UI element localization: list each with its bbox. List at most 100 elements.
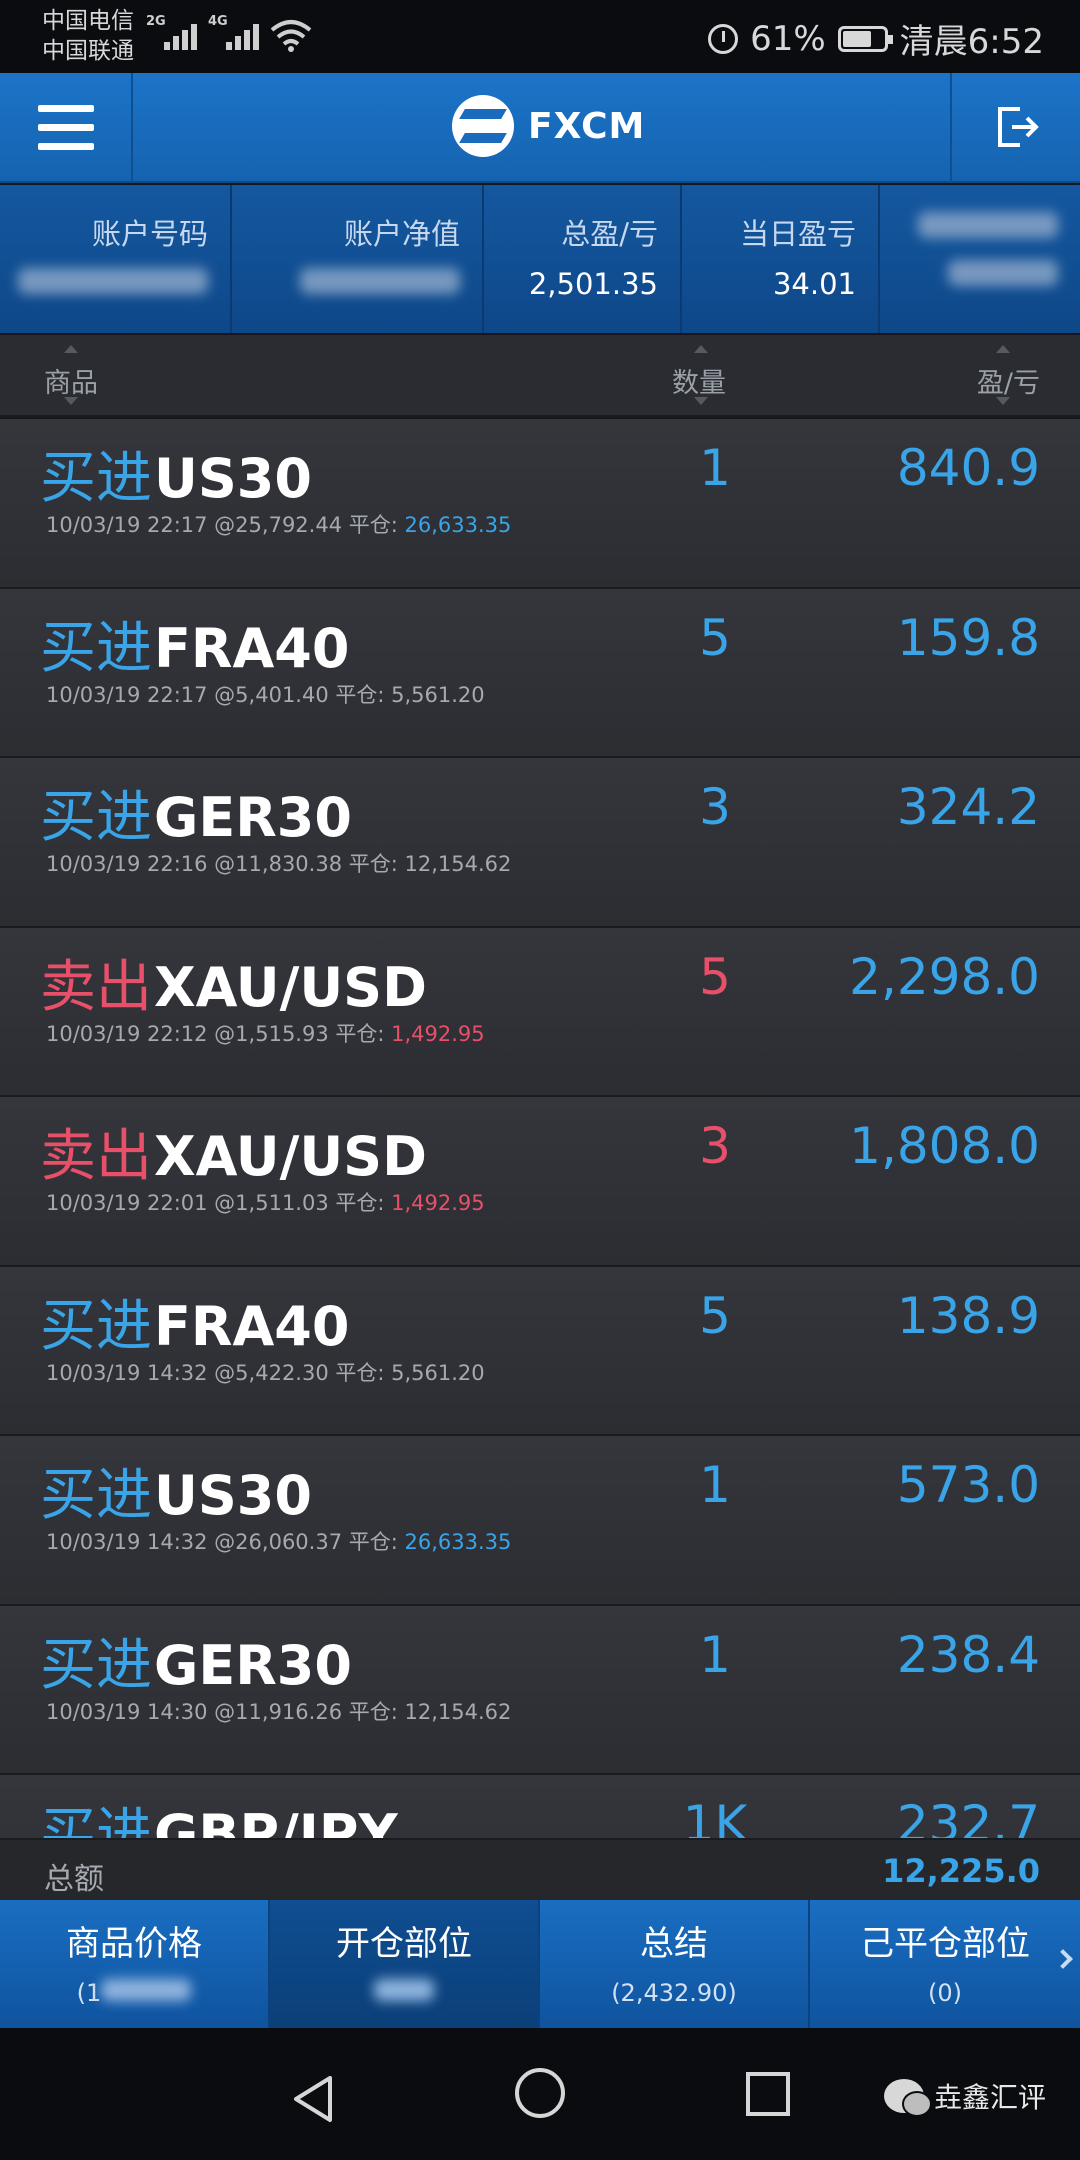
instrument-symbol: XAU/USD bbox=[154, 955, 427, 1019]
position-pnl: 138.9 bbox=[896, 1286, 1040, 1345]
status-right-group: 61% 清晨6:52 bbox=[708, 14, 1044, 63]
total-pnl-value: 2,501.35 bbox=[528, 267, 658, 301]
tab-prices[interactable]: 商品价格 (1 bbox=[0, 1900, 270, 2028]
position-title: 买进GBP/JPY bbox=[40, 1789, 398, 1839]
watermark: 垚鑫汇评 bbox=[883, 2076, 1046, 2117]
position-quantity: 1 bbox=[699, 439, 731, 497]
battery-icon bbox=[837, 25, 893, 52]
tab-label: 总结 bbox=[640, 1924, 708, 1964]
tab-count bbox=[270, 1979, 538, 2007]
position-quantity: 1K bbox=[682, 1795, 748, 1839]
position-detail: 10/03/19 14:32 @26,060.37 平仓: 26,633.35 bbox=[46, 1526, 511, 1556]
position-title: 买进FRA40 bbox=[40, 1281, 349, 1362]
position-row[interactable]: 卖出XAU/USD 10/03/19 22:12 @1,515.93 平仓: 1,… bbox=[0, 927, 1080, 1097]
position-row[interactable]: 买进FRA40 10/03/19 22:17 @5,401.40 平仓: 5,56… bbox=[0, 588, 1080, 758]
position-row[interactable]: 买进GER30 10/03/19 14:30 @11,916.26 平仓: 12,… bbox=[0, 1605, 1080, 1775]
tab-summary[interactable]: 总结 (2,432.90) bbox=[540, 1900, 810, 2028]
bottom-tabs: 商品价格 (1 开仓部位 总结 (2,432.90) 己平仓部位 (0) bbox=[0, 1900, 1080, 2028]
open-info: 10/03/19 14:30 @11,916.26 平仓: bbox=[46, 1699, 405, 1724]
position-pnl: 238.4 bbox=[896, 1625, 1040, 1684]
account-summary: 账户号码 账户净值 总盈/亏 2,501.35 当日盈亏 34.01 bbox=[0, 185, 1080, 333]
position-pnl: 1,808.0 bbox=[849, 1117, 1040, 1175]
instrument-symbol: FRA40 bbox=[154, 616, 350, 680]
close-price: 12,154.62 bbox=[404, 852, 512, 876]
daily-pnl-cell: 当日盈亏 34.01 bbox=[682, 185, 880, 333]
equity-label: 账户净值 bbox=[343, 217, 460, 251]
position-pnl: 159.8 bbox=[896, 608, 1040, 667]
wifi-icon bbox=[270, 20, 312, 52]
position-title: 买进FRA40 bbox=[40, 603, 349, 684]
position-pnl: 573.0 bbox=[896, 1456, 1040, 1514]
position-detail: 10/03/19 14:30 @11,916.26 平仓: 12,154.62 bbox=[46, 1696, 511, 1726]
close-price: 26,633.35 bbox=[404, 513, 512, 537]
open-positions-list[interactable]: 买进US30 10/03/19 22:17 @25,792.44 平仓: 26,6… bbox=[0, 419, 1080, 1839]
fxcm-logo: FXCM bbox=[452, 95, 645, 157]
open-info: 10/03/19 22:16 @11,830.38 平仓: bbox=[46, 852, 405, 876]
open-info: 10/03/19 22:17 @5,401.40 平仓: bbox=[46, 682, 392, 707]
position-quantity: 3 bbox=[699, 1117, 731, 1175]
tab-label: 商品价格 bbox=[66, 1924, 202, 1964]
close-price: 5,561.20 bbox=[391, 1360, 485, 1385]
tab-open-positions[interactable]: 开仓部位 bbox=[270, 1900, 540, 2028]
equity-value bbox=[232, 267, 460, 301]
status-bar: 中国电信 中国联通 2G 4G 61% 清晨6:52 bbox=[0, 0, 1080, 73]
position-title: 买进GER30 bbox=[40, 772, 352, 853]
wechat-icon bbox=[883, 2079, 932, 2117]
open-info: 10/03/19 22:12 @1,515.93 平仓: bbox=[46, 1021, 392, 1046]
tab-closed-positions[interactable]: 己平仓部位 (0) bbox=[810, 1900, 1080, 2028]
position-row[interactable]: 买进GER30 10/03/19 22:16 @11,830.38 平仓: 12,… bbox=[0, 758, 1080, 928]
tab-count: (2,432.90) bbox=[611, 1979, 737, 2007]
trade-side: 买进 bbox=[40, 1293, 152, 1359]
position-quantity: 5 bbox=[699, 608, 731, 667]
position-detail: 10/03/19 22:17 @25,792.44 平仓: 26,633.35 bbox=[46, 509, 511, 539]
margin-label bbox=[880, 211, 1058, 245]
position-quantity: 3 bbox=[699, 778, 731, 836]
close-price: 5,561.20 bbox=[391, 682, 485, 707]
daily-pnl-value: 34.01 bbox=[772, 267, 856, 301]
carrier-names: 中国电信 中国联通 bbox=[42, 6, 134, 66]
logout-button[interactable] bbox=[950, 73, 1080, 183]
system-nav-bar: 垚鑫汇评 bbox=[0, 2028, 1080, 2160]
position-row[interactable]: 买进US30 10/03/19 22:17 @25,792.44 平仓: 26,6… bbox=[0, 419, 1080, 589]
trade-side: 买进 bbox=[40, 1632, 152, 1698]
trade-side: 买进 bbox=[40, 1463, 152, 1528]
position-quantity: 5 bbox=[699, 947, 731, 1006]
margin-cell bbox=[880, 185, 1080, 333]
position-row[interactable]: 卖出XAU/USD 10/03/19 22:01 @1,511.03 平仓: 1,… bbox=[0, 1097, 1080, 1267]
tab-count: (1 bbox=[0, 1979, 268, 2007]
position-row[interactable]: 买进FRA40 10/03/19 14:32 @5,422.30 平仓: 5,56… bbox=[0, 1266, 1080, 1436]
position-quantity: 1 bbox=[699, 1625, 731, 1684]
tab-label: 己平仓部位 bbox=[860, 1924, 1030, 1964]
battery-percent: 61% bbox=[750, 18, 826, 59]
position-title: 卖出XAU/USD bbox=[40, 942, 427, 1023]
column-instrument[interactable]: 商品 bbox=[44, 361, 98, 400]
trade-side: 卖出 bbox=[40, 954, 152, 1020]
column-pnl[interactable]: 盈/亏 bbox=[977, 361, 1040, 400]
trade-side: 买进 bbox=[40, 785, 152, 850]
total-value: 12,225.0 bbox=[882, 1852, 1040, 1890]
carrier-2: 中国联通 bbox=[42, 38, 134, 64]
menu-button[interactable] bbox=[0, 73, 133, 183]
back-icon[interactable] bbox=[290, 2074, 336, 2124]
trade-side: 卖出 bbox=[40, 1124, 152, 1189]
instrument-symbol: US30 bbox=[154, 447, 312, 510]
app-root: 中国电信 中国联通 2G 4G 61% 清晨6:52 FXCM 账户号码 账户净… bbox=[0, 0, 1080, 2160]
brand-name: FXCM bbox=[528, 105, 646, 147]
position-detail: 10/03/19 22:12 @1,515.93 平仓: 1,492.95 bbox=[46, 1018, 485, 1048]
equity-cell: 账户净值 bbox=[232, 185, 484, 333]
account-number-label: 账户号码 bbox=[91, 217, 208, 251]
position-row[interactable]: 买进GBP/JPY 1K 232.7 bbox=[0, 1775, 1080, 1839]
account-number-cell: 账户号码 bbox=[0, 185, 232, 333]
position-row[interactable]: 买进US30 10/03/19 14:32 @26,060.37 平仓: 26,6… bbox=[0, 1436, 1080, 1606]
column-quantity[interactable]: 数量 bbox=[672, 361, 726, 400]
hamburger-icon bbox=[38, 105, 94, 112]
instrument-symbol: GER30 bbox=[154, 1633, 352, 1697]
alarm-icon bbox=[708, 23, 739, 54]
margin-value bbox=[880, 259, 1058, 293]
position-quantity: 5 bbox=[699, 1286, 731, 1345]
logout-icon bbox=[998, 107, 1039, 147]
signal-strength-icon-1 bbox=[164, 18, 197, 50]
open-info: 10/03/19 22:17 @25,792.44 平仓: bbox=[46, 513, 405, 537]
recent-apps-icon[interactable] bbox=[746, 2072, 790, 2116]
home-icon[interactable] bbox=[515, 2068, 565, 2118]
